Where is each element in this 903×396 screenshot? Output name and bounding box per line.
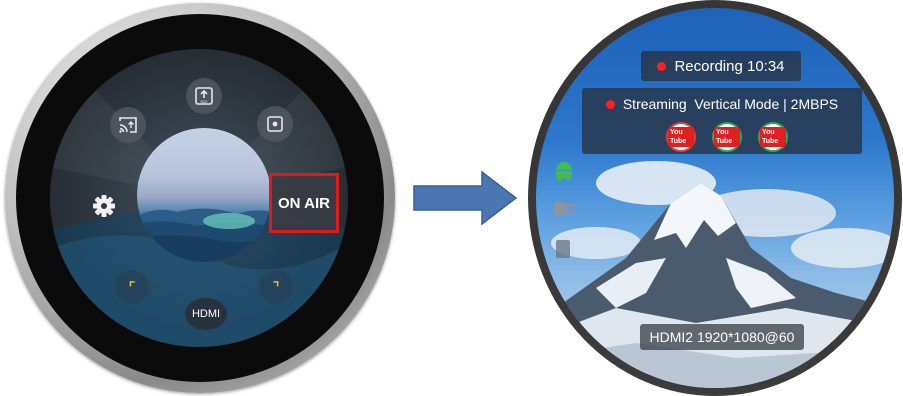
bracket-left-icon: ⌜ bbox=[128, 278, 136, 295]
arrow-right-icon bbox=[413, 170, 518, 226]
corner-left-button[interactable]: ⌜ bbox=[115, 270, 149, 304]
android-icon bbox=[556, 162, 572, 181]
record-button[interactable] bbox=[257, 106, 293, 142]
svg-text:NDI: NDI bbox=[201, 99, 208, 104]
recording-text: Recording 10:34 bbox=[674, 57, 785, 75]
streaming-dot-icon bbox=[605, 100, 615, 109]
ndi-button[interactable]: NDI bbox=[186, 78, 222, 114]
streaming-text: Streaming Vertical Mode | 2MBPS bbox=[622, 96, 839, 112]
recording-status: Recording 10:34 bbox=[641, 51, 801, 81]
streaming-status: Streaming Vertical Mode | 2MBPS You Tube… bbox=[582, 88, 862, 154]
cast-icon bbox=[119, 117, 137, 133]
bracket-right-icon: ⌝ bbox=[272, 278, 280, 295]
hdmi-button[interactable]: HDMI bbox=[185, 298, 227, 330]
gear-icon bbox=[93, 195, 115, 217]
resolution-label: HDMI2 1920*1080@60 bbox=[640, 324, 804, 350]
on-air-button[interactable]: ON AIR bbox=[269, 173, 339, 233]
youtube-icon: You Tube bbox=[666, 122, 696, 152]
hdmi-source-icon bbox=[554, 202, 575, 216]
corner-right-button[interactable]: ⌝ bbox=[259, 270, 293, 304]
hdmi-label: HDMI bbox=[191, 308, 221, 320]
record-square-icon bbox=[267, 116, 283, 132]
preview-landscape bbox=[137, 208, 271, 262]
cast-button[interactable] bbox=[110, 107, 146, 143]
ndi-icon: NDI bbox=[195, 87, 213, 105]
live-preview bbox=[137, 128, 271, 262]
usb-camera-icon bbox=[556, 240, 570, 258]
youtube-icon: You Tube bbox=[758, 122, 788, 152]
on-air-label: ON AIR bbox=[278, 194, 330, 212]
resolution-text: HDMI2 1920*1080@60 bbox=[649, 329, 795, 345]
settings-button[interactable] bbox=[91, 193, 117, 219]
recording-dot-icon bbox=[657, 61, 667, 71]
youtube-icon: You Tube bbox=[712, 122, 742, 152]
